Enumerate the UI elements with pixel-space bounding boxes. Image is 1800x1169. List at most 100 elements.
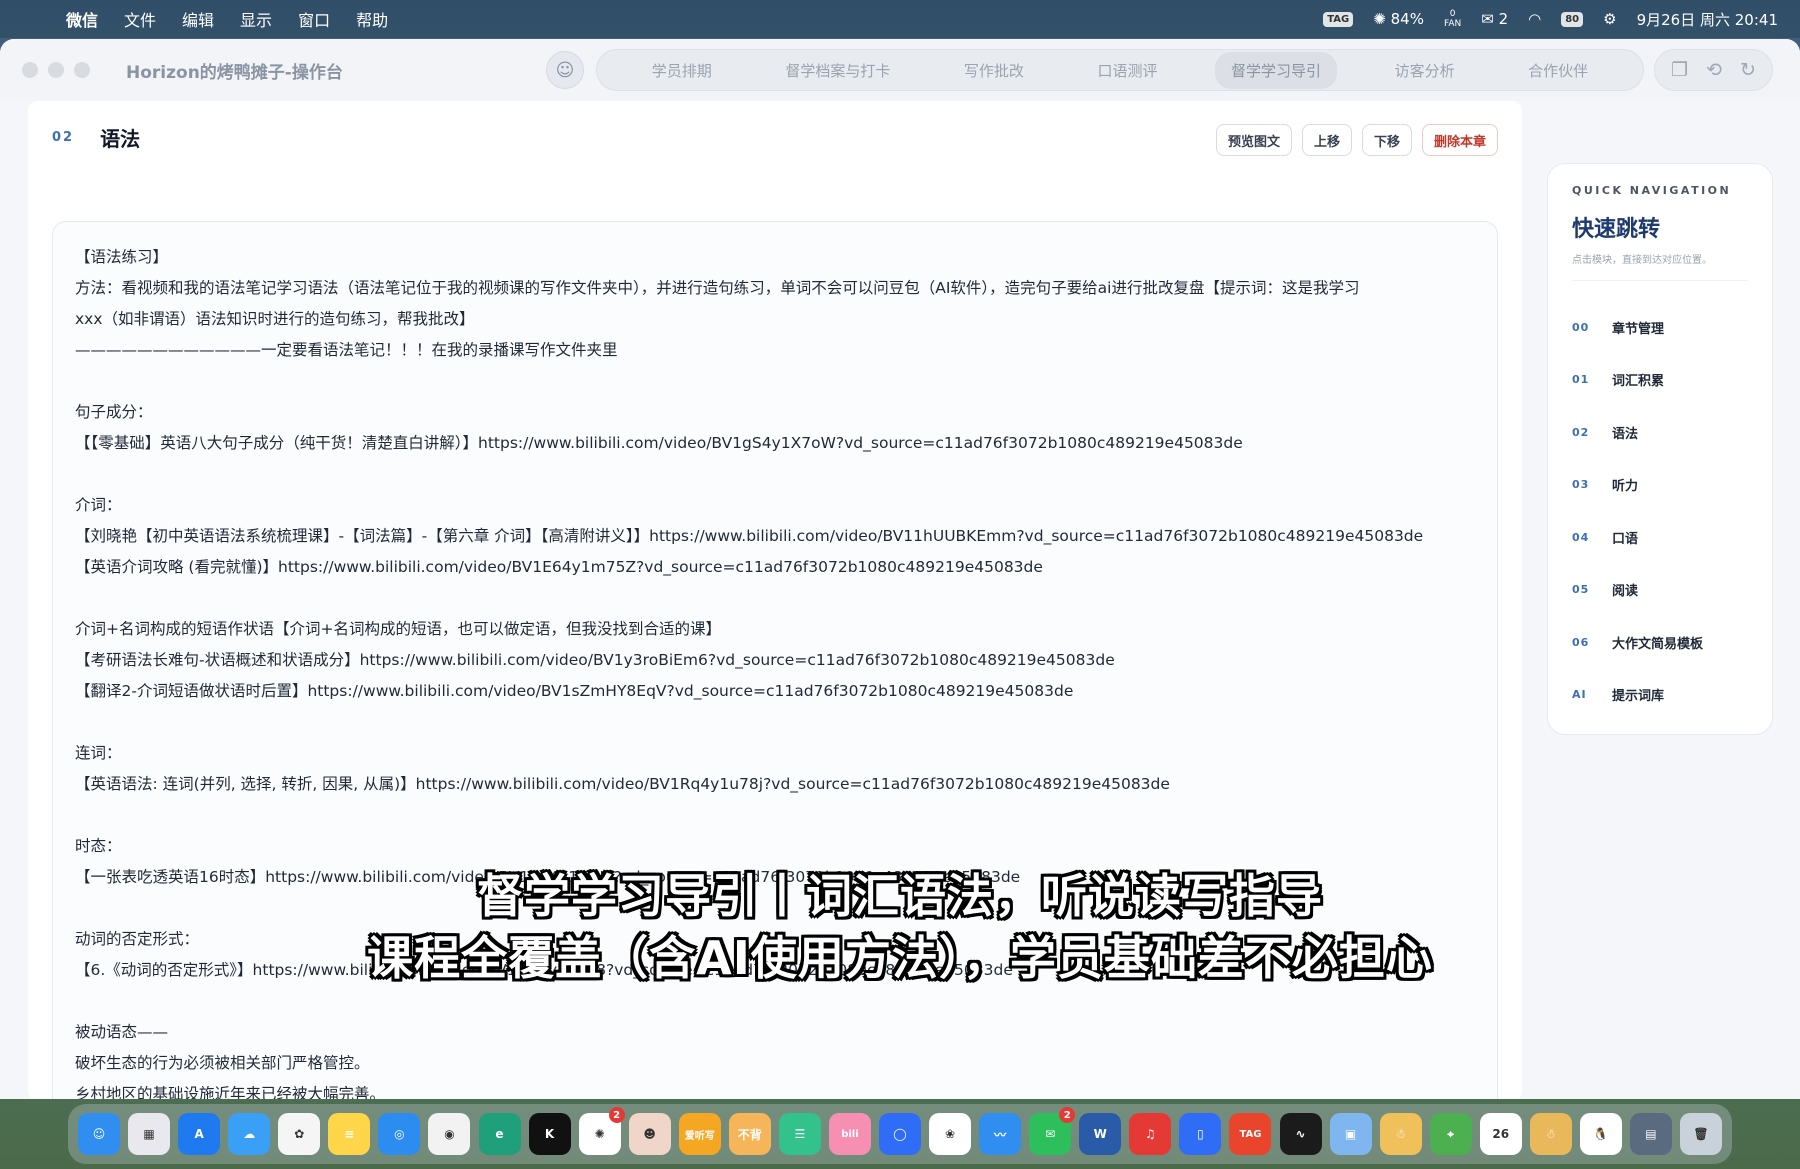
dock-app-app-store-icon[interactable]: A	[178, 1113, 221, 1155]
section-number: 02	[52, 130, 75, 145]
dock-app-safari-icon[interactable]: ◎	[378, 1113, 421, 1155]
section-header: 02 语法	[52, 123, 140, 152]
copy-icon[interactable]: ❐	[1671, 59, 1688, 81]
minimize-window-button[interactable]	[48, 62, 64, 78]
quicknav-eyebrow: QUICK NAVIGATION	[1572, 184, 1732, 197]
dock-app-k-icon[interactable]: K	[528, 1113, 571, 1155]
window-title: Horizon的烤鸭摊子-操作台	[126, 62, 343, 83]
tag-status-icon[interactable]: TAG	[1323, 11, 1354, 27]
dock-app-wechat-icon[interactable]: ✉ 2	[1029, 1107, 1076, 1155]
quicknav-item-label: 大作文简易模板	[1612, 636, 1704, 652]
quicknav-item-number: 01	[1572, 373, 1590, 387]
dock-app-editor-icon[interactable]: ☰	[778, 1113, 821, 1155]
tab-visitor-analytics[interactable]: 访客分析	[1379, 52, 1471, 89]
menu-help[interactable]: 帮助	[356, 7, 388, 31]
section-actions: 预览图文 上移 下移 删除本章	[1215, 124, 1498, 156]
quicknav-item[interactable]: 02 语法	[1572, 406, 1748, 459]
move-up-button[interactable]: 上移	[1301, 124, 1352, 156]
cpu-status[interactable]: ✺ 84%	[1373, 10, 1424, 28]
gpt-icon: ✺	[1373, 10, 1386, 28]
dock-app-word-icon[interactable]: W	[1079, 1113, 1122, 1155]
tab-study-guide[interactable]: 督学学习导引	[1215, 51, 1338, 89]
tab-partners[interactable]: 合作伙伴	[1512, 52, 1604, 89]
dock-app-avatar-icon[interactable]: ☻	[628, 1113, 671, 1155]
dock-app-launchpad-icon[interactable]: ▦	[128, 1113, 171, 1155]
battery-icon[interactable]: 80	[1561, 11, 1584, 27]
dock-app-tag-icon[interactable]: TAG	[1229, 1113, 1272, 1155]
close-window-button[interactable]	[22, 62, 38, 78]
user-icon[interactable]: ☺	[546, 51, 584, 89]
dock-app-preview-icon[interactable]: ▣	[1329, 1113, 1372, 1155]
menu-file[interactable]: 文件	[124, 7, 156, 31]
dock-app-signal-icon[interactable]: ◯	[879, 1113, 921, 1155]
wifi-icon[interactable]: ◠	[1528, 10, 1541, 28]
quicknav-item[interactable]: 00 章节管理	[1572, 301, 1748, 354]
tab-writing-review[interactable]: 写作批改	[948, 52, 1040, 89]
tab-student-schedule[interactable]: 学员排期	[636, 52, 728, 89]
dock-app-chrome-icon[interactable]: ◉	[428, 1113, 471, 1155]
dock-app-trash-icon[interactable]: 🗑	[1680, 1113, 1722, 1155]
content-blank-line	[75, 366, 1475, 397]
dock-app-game-icon[interactable]: ☃	[1379, 1113, 1422, 1155]
tab-supervision-records[interactable]: 督学档案与打卡	[769, 52, 906, 89]
dock-app-game-2-icon[interactable]: ☃	[1529, 1113, 1572, 1155]
quicknav-item[interactable]: 01 词汇积累	[1572, 354, 1748, 407]
refresh-icon[interactable]: ↻	[1740, 59, 1756, 81]
quicknav-item-label: 口语	[1612, 531, 1639, 547]
wechat-status[interactable]: ✉ 2	[1481, 10, 1508, 28]
dock-app-lark-icon[interactable]: 〰	[979, 1113, 1022, 1155]
caption-line-1: 督学学习导引丨词汇语法，听说读写指导	[477, 869, 1323, 923]
dock-app-chatgpt-icon[interactable]: ✺ 2	[578, 1107, 625, 1155]
clock[interactable]: 9月26日 周六 20:41	[1637, 9, 1778, 30]
content-line: 连词：	[75, 744, 122, 762]
dock-app-mesh-icon[interactable]: ❀	[929, 1113, 972, 1155]
quicknav-item[interactable]: 05 阅读	[1572, 564, 1748, 617]
preview-button[interactable]: 预览图文	[1215, 124, 1292, 156]
sync-icon[interactable]: ⟲	[1706, 59, 1722, 81]
dock-app-icloud-icon[interactable]: ☁	[228, 1113, 271, 1155]
content-line: xxx（如非谓语）语法知识时进行的造句练习，帮我批改】	[75, 310, 475, 328]
quicknav-item[interactable]: 03 听力	[1572, 459, 1748, 512]
section-title: 语法	[100, 127, 141, 151]
dock-app-netease-music-icon[interactable]: ♫	[1129, 1113, 1172, 1155]
menu-bar: 微信 文件 编辑 显示 窗口 帮助 TAG ✺ 84% 0 FAN ✉ 2 ◠ 8…	[0, 0, 1800, 38]
dock-app-notes-icon[interactable]: ≡	[328, 1113, 371, 1155]
content-line: 【考研语法长难句-状语概述和状语成分】https://www.bilibili.…	[75, 651, 1115, 669]
menu-edit[interactable]: 编辑	[182, 7, 214, 31]
delete-chapter-button[interactable]: 删除本章	[1421, 124, 1498, 156]
move-down-button[interactable]: 下移	[1361, 124, 1412, 156]
menu-app-name[interactable]: 微信	[66, 7, 98, 31]
content-blank-line	[75, 800, 1475, 831]
dock-app---icon[interactable]: 不背	[728, 1113, 771, 1155]
quicknav-item-label: 阅读	[1612, 584, 1639, 600]
dock-app-qq-icon[interactable]: 🐧	[1579, 1113, 1622, 1155]
menu-view[interactable]: 显示	[240, 7, 272, 31]
control-center-icon[interactable]: ⚙	[1603, 10, 1616, 28]
menu-window[interactable]: 窗口	[298, 7, 330, 31]
fan-status[interactable]: 0 FAN	[1444, 9, 1461, 29]
content-line: 方法：看视频和我的语法笔记学习语法（语法笔记位于我的视频课的写作文件夹中），并进…	[75, 279, 1360, 297]
zoom-window-button[interactable]	[74, 62, 90, 78]
quicknav-item[interactable]: 04 口语	[1572, 511, 1748, 564]
content-line: 句子成分：	[75, 403, 153, 421]
dock-app---icon[interactable]: 爱听写	[678, 1113, 721, 1155]
dock-app-files-icon[interactable]: ▤	[1629, 1113, 1672, 1155]
dock-app-bilibili-icon[interactable]: bili	[828, 1113, 871, 1155]
dock-app-maps-icon[interactable]: ⌖	[1429, 1113, 1472, 1155]
content-line: 介词：	[75, 496, 122, 514]
dock-app-phone-mirror-icon[interactable]: ▯	[1179, 1113, 1222, 1155]
dock-app-edge-icon[interactable]: e	[478, 1113, 521, 1155]
content-line: 【英语介词攻略 (看完就懂)】https://www.bilibili.com/…	[75, 558, 1043, 576]
dock-app-activity-monitor-icon[interactable]: ∿	[1279, 1113, 1322, 1155]
content-blank-line	[75, 707, 1475, 738]
quicknav-item-number: 06	[1572, 635, 1590, 649]
dock-app-calendar-icon[interactable]: 26	[1479, 1113, 1522, 1155]
quicknav-item[interactable]: 06 大作文简易模板	[1572, 616, 1748, 669]
notification-badge: 2	[608, 1107, 625, 1123]
tab-speaking-eval[interactable]: 口语测评	[1081, 52, 1173, 89]
quicknav-item[interactable]: AI 提示词库	[1572, 669, 1748, 722]
quicknav-item-number: AI	[1572, 688, 1587, 702]
dock-app-finder-icon[interactable]: ☺	[78, 1113, 120, 1155]
dock-app-photos-icon[interactable]: ✿	[278, 1113, 321, 1155]
quicknav-list: 00 章节管理 01 词汇积累 02 语法 03 听力 04 口语 05 阅读 06 大作文简易模板 AI 提…	[1572, 301, 1748, 721]
